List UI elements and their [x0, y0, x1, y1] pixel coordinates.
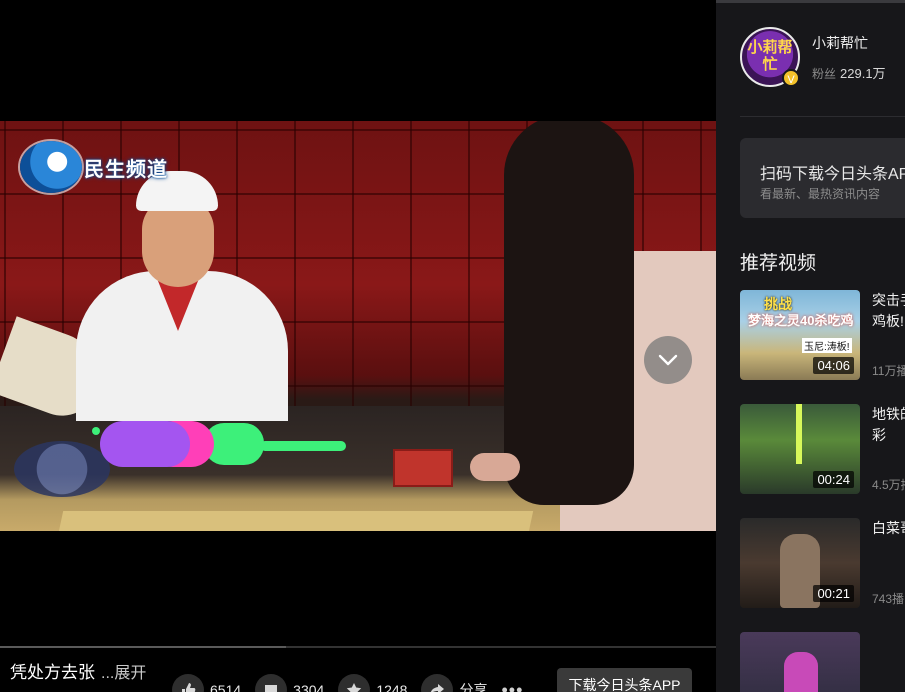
more-dots-icon[interactable]: ••• [501, 680, 523, 692]
star-icon [338, 674, 371, 692]
customer-figure [470, 121, 716, 531]
video-title: 凭处方去张 ...展开 [10, 658, 146, 683]
recommended-views: 11万播 [872, 364, 905, 378]
channel-logo-icon [20, 141, 82, 193]
recommended-item[interactable]: 00:24 地铁的平精彩 4.5万播 [740, 404, 905, 496]
qr-card-title: 扫码下载今日头条APP [760, 166, 905, 183]
duration-badge: 00:24 [813, 471, 854, 488]
fans-line: 粉丝 229.1万 [812, 63, 886, 82]
recommended-views: 4.5万播 [872, 478, 905, 492]
avatar-text: 小莉帮忙 [747, 39, 793, 73]
video-thumbnail[interactable]: 00:21 [740, 518, 860, 608]
recommended-title[interactable]: 突击手杀吃鸡板! [872, 290, 905, 353]
caption-bar-purple [100, 421, 190, 467]
video-player[interactable]: 民生频道 凭处方去张 ...展开 6514 3304 1248 分享 ••• 下… [0, 0, 716, 692]
medicine-box [393, 449, 453, 487]
qr-download-card[interactable]: 扫码下载今日头条APP 看最新、最热资讯内容 [740, 138, 905, 218]
recommended-item[interactable] [740, 632, 905, 692]
recommended-views: 743播 [872, 592, 905, 606]
recommended-item[interactable]: 挑战 梦海之灵40杀吃鸡 玉尼:涛板! 04:06 突击手杀吃鸡板! 11万播 [740, 290, 905, 382]
verified-badge-icon: V [782, 69, 800, 87]
certificate-papers [56, 511, 534, 531]
comment-button[interactable]: 3304 [255, 674, 324, 692]
channel-logo-text: 民生频道 [84, 158, 168, 181]
comment-count: 3304 [293, 682, 325, 692]
caption-color-bar [92, 421, 352, 469]
recommended-item[interactable]: 00:21 白菜哥 743播 [740, 518, 905, 610]
collapse-button[interactable] [644, 336, 692, 384]
comment-glyph [265, 685, 278, 692]
author-info: 小莉帮忙 粉丝 229.1万 [812, 33, 886, 82]
like-count: 6514 [210, 682, 242, 692]
caption-bar-line [260, 441, 346, 451]
thumbnail-art [784, 652, 818, 692]
fans-count: 229.1万 [840, 65, 886, 81]
action-row: 6514 3304 1248 分享 ••• [172, 674, 533, 692]
download-app-button[interactable]: 下载今日头条APP [557, 668, 692, 692]
duration-badge: 04:06 [813, 357, 854, 374]
comment-icon [255, 674, 288, 692]
expand-link[interactable]: ...展开 [101, 665, 146, 682]
video-frame[interactable]: 民生频道 [0, 121, 716, 531]
favorite-button[interactable]: 1248 [338, 674, 407, 692]
duration-badge: 00:21 [813, 585, 854, 602]
caption-bar-dot [92, 427, 100, 435]
video-title-text: 凭处方去张 [10, 663, 95, 682]
thumbs-up-icon [172, 674, 204, 692]
avatar[interactable]: 小莉帮忙 V [740, 27, 800, 87]
recommended-title[interactable]: 白菜哥 [872, 518, 905, 539]
share-glyph [431, 684, 445, 692]
sidebar-divider [740, 116, 905, 117]
recommended-title[interactable]: 地铁的平精彩 [872, 404, 905, 467]
share-arrow-icon [421, 674, 454, 692]
qr-card-subtitle: 看最新、最热资讯内容 [760, 187, 881, 201]
like-button[interactable]: 6514 [172, 674, 241, 692]
channel-logo: 民生频道 [20, 141, 168, 193]
sidebar: 小莉帮忙 V 小莉帮忙 粉丝 229.1万 扫码下载今日头条APP 看最新、最热资… [716, 3, 905, 692]
share-button[interactable]: 分享 [421, 674, 487, 692]
video-thumbnail[interactable]: 挑战 梦海之灵40杀吃鸡 玉尼:涛板! 04:06 [740, 290, 860, 380]
recommended-heading: 推荐视频 [740, 253, 817, 274]
author-card[interactable]: 小莉帮忙 V 小莉帮忙 粉丝 229.1万 [740, 27, 886, 87]
thumbnail-caption: 玉尼:涛板! [802, 338, 852, 353]
customer-hair [504, 121, 634, 505]
customer-hand [470, 453, 520, 481]
thumbnail-caption: 梦海之灵40杀吃鸡 [748, 313, 854, 328]
star-glyph [347, 683, 362, 692]
fans-label: 粉丝 [812, 66, 837, 81]
pharmacist-figure [72, 171, 292, 421]
thumbnail-art [796, 404, 802, 464]
author-name[interactable]: 小莉帮忙 [812, 33, 886, 53]
share-label: 分享 [459, 682, 488, 692]
favorite-count: 1248 [376, 682, 408, 692]
video-thumbnail[interactable]: 00:24 [740, 404, 860, 494]
chevron-down-icon [658, 354, 678, 366]
video-thumbnail[interactable] [740, 632, 860, 692]
video-info-bar: 凭处方去张 ...展开 6514 3304 1248 分享 ••• 下载今日头条… [0, 648, 716, 692]
thumbs-up-glyph [182, 683, 196, 692]
